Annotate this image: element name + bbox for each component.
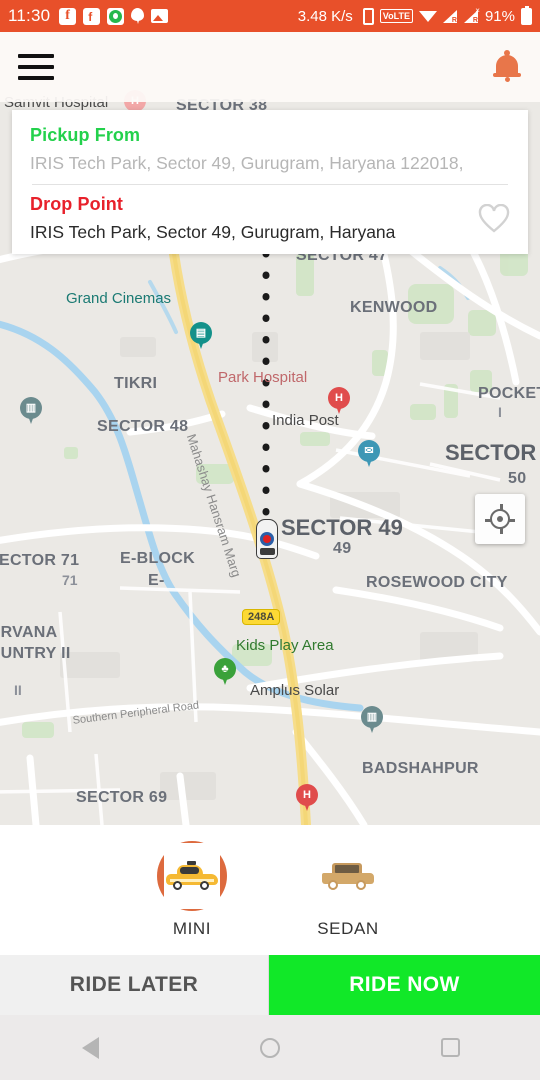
phone-icon — [362, 7, 374, 25]
bell-icon[interactable] — [492, 50, 522, 84]
volte-badge: VoLTE — [379, 9, 413, 23]
back-icon — [81, 1036, 99, 1059]
museum-pin-icon: ▥ — [20, 397, 42, 425]
post-office-pin-icon: ✉ — [358, 440, 380, 468]
taxi-icon — [166, 861, 218, 890]
android-nav-bar — [0, 1015, 540, 1080]
my-location-button[interactable] — [475, 494, 525, 544]
location-icon — [131, 7, 145, 25]
signal-icon-1: R — [442, 9, 458, 24]
android-status-bar: 11:30 3.48 K/s VoLTE R ×R 91% — [0, 0, 540, 32]
vehicle-option-sedan[interactable]: SEDAN — [293, 841, 403, 939]
ride-later-button[interactable]: RIDE LATER — [0, 955, 269, 1015]
bank-pin-icon: ▥ — [361, 706, 383, 734]
pickup-label: Pickup From — [30, 125, 141, 145]
my-location-icon — [485, 504, 515, 534]
sedan-icon — [322, 862, 374, 890]
action-bar: RIDE LATER RIDE NOW — [0, 955, 540, 1015]
vehicle-label: MINI — [172, 919, 212, 938]
pickup-input[interactable]: IRIS Tech Park, Sector 49, Gurugram, Har… — [30, 153, 510, 174]
recents-icon — [440, 1038, 460, 1057]
home-icon — [260, 1037, 280, 1058]
messenger-icon — [83, 7, 101, 25]
ride-now-button[interactable]: RIDE NOW — [269, 955, 540, 1015]
battery-percent: 91% — [484, 7, 515, 25]
vehicle-option-mini[interactable]: MINI — [137, 841, 247, 939]
gallery-icon — [151, 9, 169, 23]
hamburger-menu-icon[interactable] — [18, 54, 54, 80]
address-card: Pickup From IRIS Tech Park, Sector 49, G… — [12, 110, 528, 254]
home-button[interactable] — [240, 1028, 300, 1068]
recents-button[interactable] — [420, 1028, 480, 1068]
vehicle-selector: MINI SEDAN — [0, 825, 540, 955]
wifi-icon — [418, 10, 437, 23]
park-pin-icon: ♣ — [214, 658, 236, 686]
drop-label: Drop Point — [30, 194, 123, 214]
status-clock: 11:30 — [8, 6, 51, 25]
car-marker-icon — [256, 519, 278, 559]
cinema-pin-icon: ▤ — [190, 322, 212, 350]
heart-outline-icon[interactable] — [478, 203, 510, 234]
back-button[interactable] — [60, 1028, 120, 1068]
hospital-pin-icon: H — [296, 784, 318, 812]
hospital-pin-icon: H — [328, 387, 350, 415]
facebook-icon — [59, 7, 77, 25]
network-speed: 3.48 K/s — [297, 7, 353, 25]
signal-icon-2: × R — [463, 6, 480, 24]
battery-icon — [521, 5, 532, 25]
highway-shield: 248A — [242, 609, 281, 625]
vehicle-label: SEDAN — [317, 919, 379, 938]
drop-input[interactable]: IRIS Tech Park, Sector 49, Gurugram, Har… — [30, 222, 510, 243]
card-divider — [32, 184, 508, 185]
whatsapp-icon — [107, 7, 125, 25]
app-bar — [0, 32, 540, 102]
